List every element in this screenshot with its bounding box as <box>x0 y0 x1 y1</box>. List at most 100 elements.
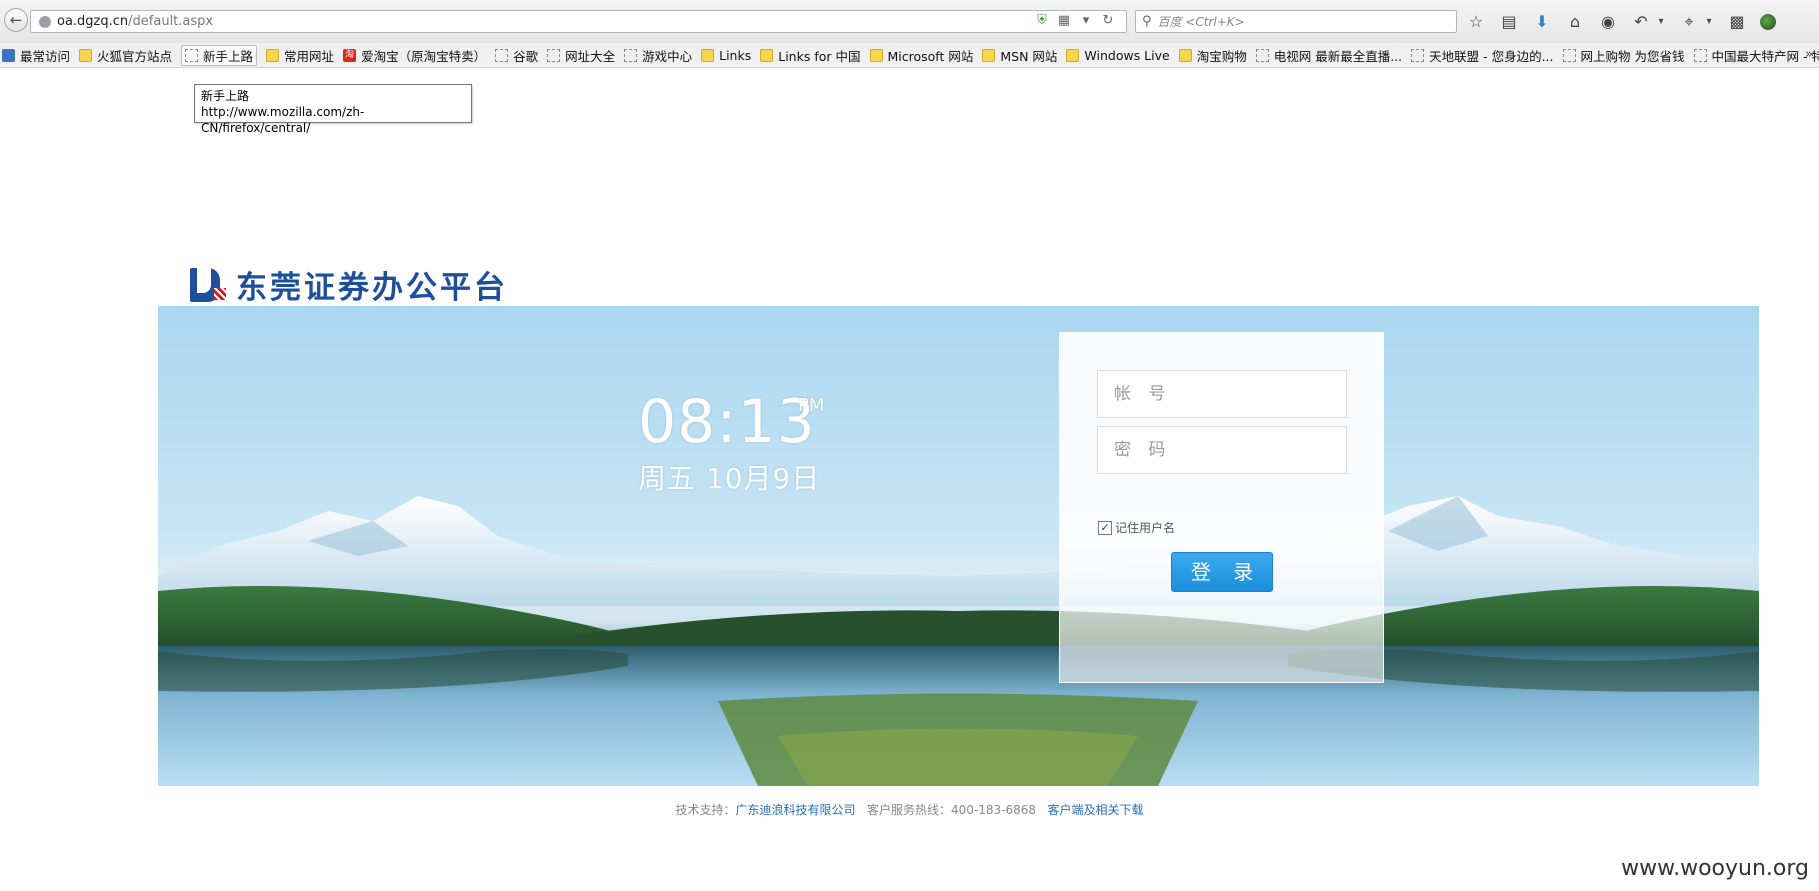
bookmark-label: 最常访问 <box>20 48 71 64</box>
home-icon[interactable]: ⌂ <box>1565 11 1585 33</box>
tech-company-link[interactable]: 广东迪浪科技有限公司 <box>736 803 856 817</box>
page-icon <box>1562 48 1576 62</box>
bookmark-item[interactable]: 中国最大特产网 - 特... <box>1693 46 1819 65</box>
search-bar[interactable]: ⚲ 百度 <Ctrl+K> <box>1135 10 1457 33</box>
watermark-text: www.wooyun.org <box>1621 856 1809 881</box>
login-panel: ✓ 记住用户名 登 录 <box>1059 332 1384 683</box>
url-text: oa.dgzq.cn/default.aspx <box>57 14 214 29</box>
bookmark-label: Links for 中国 <box>778 48 861 64</box>
remember-label: 记住用户名 <box>1115 521 1176 535</box>
browser-toolbar: ☆ ▤ ⬇ ⌂ ◉ ↶ ▾ ⌖ ▾ ▩ <box>1466 10 1776 34</box>
bookmark-item[interactable]: 淘爱淘宝（原淘宝特卖） <box>343 46 486 65</box>
crop-menu-icon[interactable]: ▾ <box>1704 11 1714 33</box>
bookmark-item[interactable]: 电视网 最新最全直播... <box>1255 46 1403 65</box>
clock-ampm: PM <box>798 395 825 416</box>
hotline-text: 客户服务热线：400-183-6868 <box>867 803 1037 817</box>
recent-icon <box>2 48 15 62</box>
clock-widget: 08:13 PM 周五 10月9日 <box>638 391 824 497</box>
search-icon: ⚲ <box>1142 14 1152 29</box>
clock-date: 周五 10月9日 <box>638 462 821 495</box>
bookmarks-overflow-icon[interactable]: » <box>1805 47 1813 62</box>
bookmark-item[interactable]: 网址大全 <box>547 46 615 65</box>
bookmark-item[interactable]: 新手上路 <box>181 44 258 66</box>
bookmark-tooltip: 新手上路 http://www.mozilla.com/zh-CN/firefo… <box>194 84 472 135</box>
bookmark-item[interactable]: 最常访问 <box>2 46 70 65</box>
bookmark-item[interactable]: Links for 中国 <box>760 46 861 65</box>
bookmark-item[interactable]: Microsoft 网站 <box>869 46 974 65</box>
bookmark-label: 游戏中心 <box>642 48 693 64</box>
bookmark-label: 爱淘宝（原淘宝特卖） <box>361 48 487 64</box>
extension-icon[interactable] <box>1760 14 1776 30</box>
bookmark-label: 淘宝购物 <box>1196 48 1247 64</box>
page-icon <box>1255 48 1269 62</box>
login-button[interactable]: 登 录 <box>1171 552 1273 592</box>
shield-icon[interactable]: ⛨ <box>1034 13 1050 29</box>
bookmarks-toolbar: 最常访问 火狐官方站点 新手上路 常用网址淘爱淘宝（原淘宝特卖） 谷歌 网址大全 游戏中心 L… <box>0 43 1819 68</box>
undo-menu-icon[interactable]: ▾ <box>1656 11 1666 33</box>
back-arrow-icon: ← <box>9 11 23 29</box>
folder-icon <box>79 48 93 62</box>
page-icon <box>624 48 638 62</box>
page-footer: 技术支持：广东迪浪科技有限公司 客户服务热线：400-183-6868 客户端及… <box>0 801 1819 818</box>
bookmark-item[interactable]: 游戏中心 <box>624 46 692 65</box>
page-icon <box>1411 48 1425 62</box>
browser-navbar: ← oa.dgzq.cn/default.aspx ⛨ ▦ ▾ ↻ ⚲ 百度 <… <box>0 0 1819 43</box>
undo-icon[interactable]: ↶ <box>1631 11 1651 33</box>
remember-checkbox[interactable]: ✓ <box>1098 520 1112 535</box>
folder-icon <box>869 48 883 62</box>
account-input[interactable] <box>1097 370 1347 418</box>
bookmark-item[interactable]: Links <box>701 48 751 63</box>
bookmark-label: 火狐官方站点 <box>97 48 173 64</box>
bookmark-item[interactable]: Windows Live <box>1066 47 1170 63</box>
tooltip-url: http://www.mozilla.com/zh-CN/firefox/cen… <box>201 105 365 135</box>
bookmark-item[interactable]: 天地联盟 - 您身边的... <box>1411 46 1554 65</box>
bookmark-label: 网上购物 为您省钱 <box>1580 48 1685 64</box>
folder-icon <box>266 48 280 62</box>
bookmark-label: Windows Live <box>1084 47 1170 63</box>
bookmark-item[interactable]: MSN 网站 <box>982 46 1057 65</box>
bookmark-item[interactable]: 谷歌 <box>495 46 538 65</box>
address-bar[interactable]: oa.dgzq.cn/default.aspx ⛨ ▦ ▾ ↻ <box>30 10 1127 33</box>
company-logo-icon <box>190 267 228 302</box>
landscape-illustration <box>158 496 1759 786</box>
bookmark-item[interactable]: 网上购物 为您省钱 <box>1562 46 1685 65</box>
star-icon[interactable]: ☆ <box>1466 11 1486 33</box>
client-download-link[interactable]: 客户端及相关下载 <box>1047 803 1143 817</box>
chat-icon[interactable]: ◉ <box>1598 11 1618 33</box>
qr-code-icon[interactable]: ▦ <box>1056 13 1072 29</box>
page-icon <box>495 48 509 62</box>
folder-icon <box>760 48 774 62</box>
bookmark-item[interactable]: 淘宝购物 <box>1178 46 1247 65</box>
download-icon[interactable]: ⬇ <box>1532 11 1552 33</box>
bookmark-label: 中国最大特产网 - 特... <box>1711 48 1819 64</box>
reading-list-icon[interactable]: ▤ <box>1499 11 1519 33</box>
back-button[interactable]: ← <box>4 8 28 32</box>
password-input[interactable] <box>1097 426 1347 474</box>
bookmark-item[interactable]: 常用网址 <box>266 46 334 65</box>
search-input-placeholder[interactable]: 百度 <Ctrl+K> <box>1158 13 1245 30</box>
reload-icon[interactable]: ↻ <box>1100 13 1116 29</box>
bookmark-label: 常用网址 <box>284 48 335 64</box>
brand-header: 东莞证券办公平台 <box>190 262 508 307</box>
page-icon <box>185 48 199 62</box>
tooltip-title: 新手上路 <box>201 89 250 103</box>
platform-title: 东莞证券办公平台 <box>236 270 508 306</box>
landscape-banner: ✓ 记住用户名 登 录 <box>158 306 1759 786</box>
bookmark-item[interactable]: 火狐官方站点 <box>79 46 172 65</box>
taobao-icon: 淘 <box>343 48 357 62</box>
bookmark-label: MSN 网站 <box>1000 48 1058 64</box>
bookmark-label: 天地联盟 - 您身边的... <box>1429 48 1554 64</box>
folder-icon <box>982 48 996 62</box>
bookmark-label: 新手上路 <box>203 48 254 64</box>
page-icon <box>547 48 561 62</box>
dropdown-arrow-icon[interactable]: ▾ <box>1078 13 1094 29</box>
page-icon <box>1693 48 1707 62</box>
bookmark-label: Microsoft 网站 <box>887 48 974 64</box>
bookmark-label: 电视网 最新最全直播... <box>1273 48 1403 64</box>
crop-icon[interactable]: ⌖ <box>1679 11 1699 33</box>
remember-username[interactable]: ✓ 记住用户名 <box>1098 519 1175 536</box>
folder-icon <box>701 48 715 62</box>
folder-icon <box>1066 48 1080 62</box>
site-identity-icon[interactable] <box>39 15 51 28</box>
speech-icon[interactable]: ▩ <box>1727 11 1747 33</box>
